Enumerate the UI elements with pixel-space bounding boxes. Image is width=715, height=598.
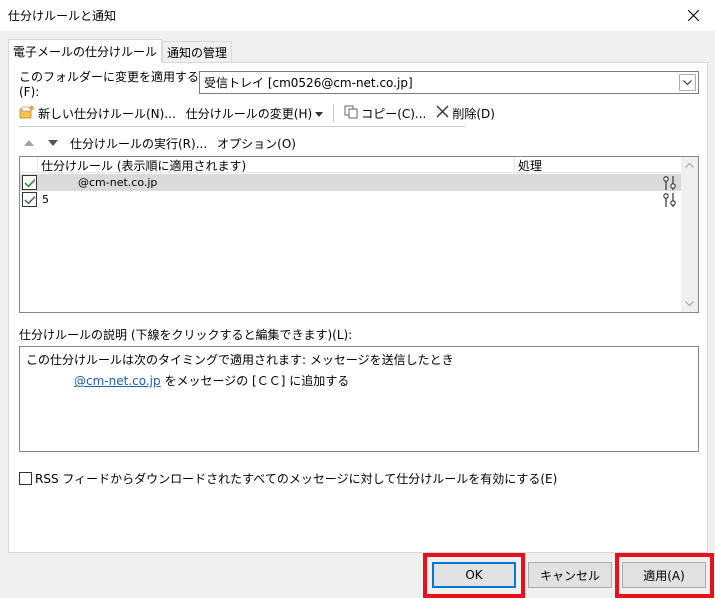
folder-dropdown-value: 受信トレイ [cm0526@cm-net.co.jp] [204, 76, 413, 90]
folder-row: このフォルダーに変更を適用する(F): [19, 70, 199, 99]
tab-strip: 電子メールの仕分けルール 通知の管理 [8, 39, 233, 63]
delete-x-icon [436, 105, 449, 121]
cancel-button[interactable]: キャンセル [528, 562, 612, 588]
new-rule-icon [19, 104, 35, 123]
folder-dropdown[interactable]: 受信トレイ [cm0526@cm-net.co.jp] [199, 71, 699, 94]
options-button[interactable]: オプション(O) [217, 135, 296, 152]
description-link[interactable]: @cm-net.co.jp [74, 374, 161, 388]
secondary-toolbar: 仕分けルールの実行(R)... オプション(O) [22, 134, 296, 152]
rule-name: 5 [42, 193, 49, 206]
rule-description-box: この仕分けルールは次のタイミングで適用されます: メッセージを送信したとき @c… [19, 346, 699, 452]
title-bar: 仕分けルールと通知 [0, 0, 715, 31]
rule-name: @cm-net.co.jp [78, 176, 158, 189]
copy-rule-button[interactable]: コピー(C)... [344, 105, 426, 122]
header-check-col [20, 157, 38, 173]
chevron-down-icon[interactable] [679, 74, 696, 91]
close-icon [687, 10, 699, 21]
checkmark-icon [24, 178, 36, 188]
run-rules-button[interactable]: 仕分けルールの実行(R)... [70, 135, 207, 152]
change-rule-button[interactable]: 仕分けルールの変更(H) [185, 105, 324, 122]
scroll-down-icon[interactable] [681, 295, 698, 312]
close-button[interactable] [671, 0, 715, 31]
apply-button[interactable]: 適用(A) [622, 562, 706, 588]
tab-manage-alerts[interactable]: 通知の管理 [162, 41, 233, 63]
list-scrollbar[interactable] [681, 157, 698, 312]
description-line-1: この仕分けルールは次のタイミングで適用されます: メッセージを送信したとき [26, 353, 454, 367]
rules-list[interactable]: 仕分けルール (表示順に適用されます) 処理 @cm-net.co.jp 5 [19, 156, 699, 313]
header-rule[interactable]: 仕分けルール (表示順に適用されます) [38, 157, 515, 173]
description-label: 仕分けルールの説明 (下線をクリックすると編集できます)(L): [19, 328, 353, 342]
copy-icon [344, 105, 358, 122]
list-header: 仕分けルール (表示順に適用されます) 処理 [20, 157, 682, 173]
rule-enabled-checkbox[interactable] [22, 175, 37, 190]
rules-toolbar: 新しい仕分けルール(N)... 仕分けルールの変更(H) コピー(C)... 削… [19, 101, 495, 125]
rule-action-icon [661, 174, 677, 191]
folder-label: このフォルダーに変更を適用する(F): [19, 69, 200, 99]
header-action[interactable]: 処理 [515, 157, 682, 173]
rule-row[interactable]: @cm-net.co.jp [20, 174, 682, 191]
description-line-2: @cm-net.co.jp をメッセージの [ＣＣ] に追加する [26, 372, 692, 389]
rss-label[interactable]: RSS フィードからダウンロードされたすべてのメッセージに対して仕分けルールを有… [35, 470, 557, 487]
toolbar-underline [19, 126, 465, 127]
copy-label: コピー(C)... [361, 106, 427, 121]
delete-label: 削除(D) [452, 106, 495, 121]
rule-enabled-checkbox[interactable] [22, 192, 37, 207]
move-up-icon[interactable] [22, 136, 36, 150]
ok-button[interactable]: OK [432, 562, 516, 588]
rule-action-icon [661, 191, 677, 208]
window-title: 仕分けルールと通知 [8, 9, 117, 23]
caret-down-icon [315, 106, 324, 120]
toolbar-divider [333, 104, 335, 122]
rss-checkbox[interactable] [19, 471, 32, 485]
change-rule-label: 仕分けルールの変更(H) [185, 106, 313, 121]
tab-email-rules[interactable]: 電子メールの仕分けルール [8, 39, 163, 63]
description-line-2-text: をメッセージの [ＣＣ] に追加する [160, 374, 350, 388]
move-down-icon[interactable] [46, 136, 60, 150]
checkmark-icon [24, 195, 36, 205]
scroll-up-icon[interactable] [681, 157, 698, 174]
new-rule-label: 新しい仕分けルール(N)... [38, 106, 176, 121]
rule-row[interactable]: 5 [20, 191, 682, 208]
rss-option: RSS フィードからダウンロードされたすべてのメッセージに対して仕分けルールを有… [19, 470, 557, 486]
new-rule-button[interactable]: 新しい仕分けルール(N)... [19, 104, 176, 123]
delete-rule-button[interactable]: 削除(D) [436, 105, 495, 122]
